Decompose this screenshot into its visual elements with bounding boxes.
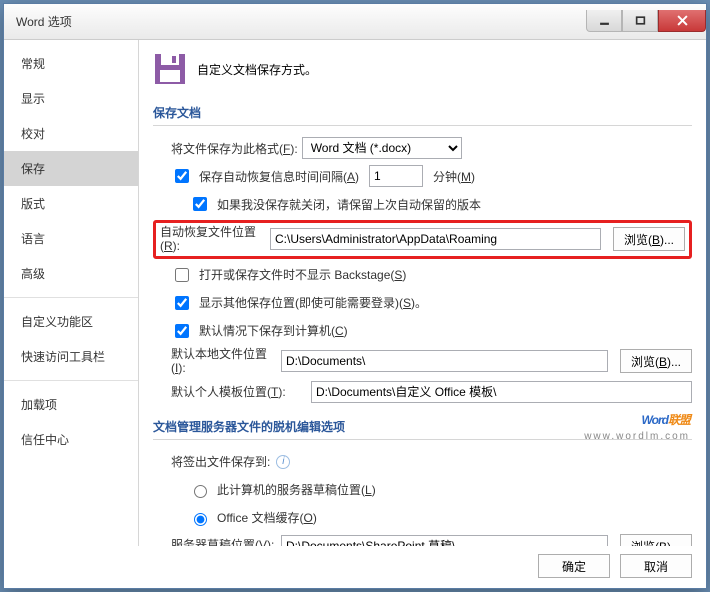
- default-location-label: 默认本地文件位置(I):: [171, 347, 277, 376]
- titlebar: Word 选项: [4, 4, 706, 40]
- content-panel: 自定义文档保存方式。 保存文档 将文件保存为此格式(F): Word 文档 (*…: [139, 40, 706, 546]
- section-offline-edit: 文档管理服务器文件的脱机编辑选项: [153, 414, 692, 440]
- sidebar-item-layout[interactable]: 版式: [4, 186, 138, 221]
- minimize-button[interactable]: [586, 10, 622, 32]
- window-buttons: [586, 11, 706, 33]
- ok-button[interactable]: 确定: [538, 554, 610, 578]
- sidebar-separator: [4, 380, 138, 381]
- radio-server-drafts-label: 此计算机的服务器草稿位置(L): [217, 481, 376, 498]
- checkout-label: 将签出文件保存到:: [171, 453, 270, 470]
- sidebar-item-advanced[interactable]: 高级: [4, 256, 138, 291]
- sidebar-item-save[interactable]: 保存: [4, 151, 138, 186]
- minimize-icon: [599, 15, 610, 26]
- cancel-button[interactable]: 取消: [620, 554, 692, 578]
- autosave-label: 保存自动恢复信息时间间隔(A): [199, 168, 359, 185]
- close-icon: [677, 15, 688, 26]
- format-label: 将文件保存为此格式(F):: [171, 140, 298, 157]
- browse-default-button[interactable]: 浏览(B)...: [620, 349, 692, 373]
- row-savelocal: 默认情况下保存到计算机(C): [153, 319, 692, 343]
- autorecover-label: 自动恢复文件位置(R):: [160, 225, 266, 254]
- row-checkout-label: 将签出文件保存到: i: [153, 450, 692, 474]
- sidebar-item-language[interactable]: 语言: [4, 221, 138, 256]
- radio-server-drafts[interactable]: [194, 485, 207, 498]
- sidebar-item-proofing[interactable]: 校对: [4, 116, 138, 151]
- save-icon: [153, 52, 187, 86]
- row-autosave: 保存自动恢复信息时间间隔(A) 分钟(M): [153, 164, 692, 188]
- page-header: 自定义文档保存方式。: [153, 52, 692, 86]
- page-header-text: 自定义文档保存方式。: [197, 61, 317, 78]
- row-draft-location: 服务器草稿位置(V): 浏览(B)...: [153, 534, 692, 546]
- row-format: 将文件保存为此格式(F): Word 文档 (*.docx): [153, 136, 692, 160]
- radio-office-cache[interactable]: [194, 513, 207, 526]
- backstage-label: 打开或保存文件时不显示 Backstage(S): [199, 266, 406, 283]
- browse-autorecover-button[interactable]: 浏览(B)...: [613, 227, 685, 251]
- row-radio-drafts: 此计算机的服务器草稿位置(L): [153, 478, 692, 502]
- savelocal-label: 默认情况下保存到计算机(C): [199, 322, 348, 339]
- sidebar-item-quick-access[interactable]: 快速访问工具栏: [4, 339, 138, 374]
- browse-draft-button[interactable]: 浏览(B)...: [620, 534, 692, 546]
- sidebar: 常规 显示 校对 保存 版式 语言 高级 自定义功能区 快速访问工具栏 加载项 …: [4, 40, 139, 546]
- row-default-location: 默认本地文件位置(I): 浏览(B)...: [153, 347, 692, 376]
- keeplast-label: 如果我没保存就关闭，请保留上次自动保留的版本: [217, 196, 481, 213]
- draft-location-label: 服务器草稿位置(V):: [171, 538, 277, 546]
- maximize-icon: [635, 15, 646, 26]
- info-icon[interactable]: i: [276, 455, 290, 469]
- sidebar-item-general[interactable]: 常规: [4, 46, 138, 81]
- row-autorecover-highlight: 自动恢复文件位置(R): 浏览(B)...: [153, 220, 692, 259]
- section-save-docs: 保存文档: [153, 100, 692, 126]
- dialog-footer: 确定 取消: [538, 554, 692, 578]
- sidebar-separator: [4, 297, 138, 298]
- dialog-body: 常规 显示 校对 保存 版式 语言 高级 自定义功能区 快速访问工具栏 加载项 …: [4, 40, 706, 546]
- sidebar-item-addins[interactable]: 加载项: [4, 387, 138, 422]
- savelocal-checkbox[interactable]: [175, 324, 189, 338]
- row-other-locations: 显示其他保存位置(即使可能需要登录)(S)。: [153, 291, 692, 315]
- maximize-button[interactable]: [622, 10, 658, 32]
- window-title: Word 选项: [16, 13, 72, 30]
- sidebar-item-display[interactable]: 显示: [4, 81, 138, 116]
- row-radio-cache: Office 文档缓存(O): [153, 506, 692, 530]
- row-keeplast: 如果我没保存就关闭，请保留上次自动保留的版本: [153, 192, 692, 216]
- other-locations-checkbox[interactable]: [175, 296, 189, 310]
- format-combo[interactable]: Word 文档 (*.docx): [302, 137, 462, 159]
- default-location-input[interactable]: [281, 350, 608, 372]
- draft-location-input[interactable]: [281, 535, 608, 546]
- row-backstage: 打开或保存文件时不显示 Backstage(S): [153, 263, 692, 287]
- close-button[interactable]: [658, 10, 706, 32]
- autorecover-path-input[interactable]: [270, 228, 601, 250]
- radio-office-cache-label: Office 文档缓存(O): [217, 509, 317, 526]
- sidebar-item-trust-center[interactable]: 信任中心: [4, 422, 138, 457]
- other-locations-label: 显示其他保存位置(即使可能需要登录)(S)。: [199, 294, 427, 311]
- template-location-input[interactable]: [311, 381, 692, 403]
- autosave-checkbox[interactable]: [175, 169, 189, 183]
- keeplast-checkbox[interactable]: [193, 197, 207, 211]
- dialog-window: Word 选项 常规 显示 校对 保存 版式 语言 高级 自定义功能区 快速访问…: [3, 3, 707, 589]
- autosave-interval-input[interactable]: [369, 165, 423, 187]
- row-template-location: 默认个人模板位置(T):: [153, 380, 692, 404]
- minutes-label: 分钟(M): [433, 168, 475, 185]
- template-location-label: 默认个人模板位置(T):: [171, 383, 307, 400]
- backstage-checkbox[interactable]: [175, 268, 189, 282]
- sidebar-item-customize-ribbon[interactable]: 自定义功能区: [4, 304, 138, 339]
